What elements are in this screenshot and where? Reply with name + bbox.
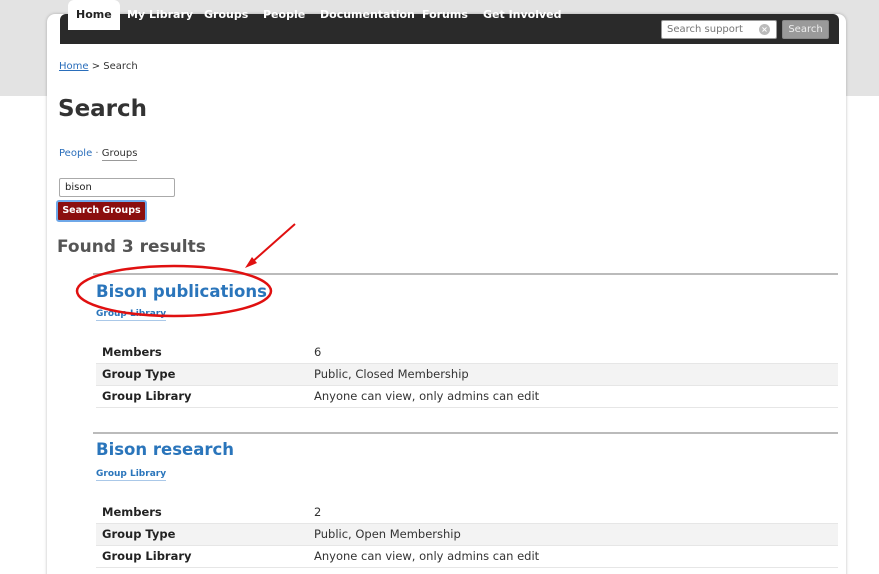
members-value: 2 (308, 501, 838, 524)
group-title-link[interactable]: Bison publications (96, 282, 267, 301)
group-search-input[interactable] (59, 178, 175, 197)
nav-home[interactable]: Home (68, 0, 120, 30)
table-row: Group Library Anyone can view, only admi… (96, 545, 838, 568)
group-library-label: Group Library (96, 545, 308, 568)
search-people-link[interactable]: People (59, 148, 92, 159)
breadcrumb: Home > Search (59, 61, 138, 72)
result-divider (93, 273, 838, 275)
members-label: Members (96, 341, 308, 364)
nav-groups[interactable]: Groups (204, 0, 248, 30)
table-row: Group Library Anyone can view, only admi… (96, 385, 838, 408)
result-divider (93, 432, 838, 434)
breadcrumb-current: Search (103, 61, 138, 72)
table-row: Group Type Public, Open Membership (96, 523, 838, 546)
search-type-nav: People · Groups (59, 148, 138, 161)
group-library-value: Anyone can view, only admins can edit (308, 545, 838, 568)
group-info-table: Members 2 Group Type Public, Open Member… (96, 501, 838, 568)
group-library-link[interactable]: Group Library (96, 309, 167, 321)
table-row: Members 6 (96, 341, 838, 364)
nav-my-library[interactable]: My Library (127, 0, 193, 30)
page-title: Search (58, 96, 148, 122)
breadcrumb-separator: > (91, 61, 101, 72)
table-row: Members 2 (96, 501, 838, 524)
members-label: Members (96, 501, 308, 524)
group-type-value: Public, Open Membership (308, 523, 838, 546)
search-nav-separator: · (95, 148, 99, 159)
group-type-label: Group Type (96, 363, 308, 386)
nav-people[interactable]: People (263, 0, 305, 30)
nav-get-involved[interactable]: Get Involved (483, 0, 562, 30)
group-type-label: Group Type (96, 523, 308, 546)
group-library-link[interactable]: Group Library (96, 469, 167, 481)
search-groups-button[interactable]: Search Groups (56, 200, 147, 222)
group-library-label: Group Library (96, 385, 308, 408)
group-type-value: Public, Closed Membership (308, 363, 838, 386)
nav-forums[interactable]: Forums (422, 0, 468, 30)
results-heading: Found 3 results (57, 237, 206, 257)
group-library-value: Anyone can view, only admins can edit (308, 385, 838, 408)
clear-icon[interactable]: × (759, 24, 770, 35)
search-groups-tab[interactable]: Groups (101, 148, 138, 161)
support-search-button[interactable]: Search (782, 20, 829, 39)
nav-documentation[interactable]: Documentation (320, 0, 415, 30)
members-value: 6 (308, 341, 838, 364)
group-title-link[interactable]: Bison research (96, 440, 234, 459)
group-info-table: Members 6 Group Type Public, Closed Memb… (96, 341, 838, 408)
breadcrumb-home-link[interactable]: Home (59, 61, 89, 72)
table-row: Group Type Public, Closed Membership (96, 363, 838, 386)
